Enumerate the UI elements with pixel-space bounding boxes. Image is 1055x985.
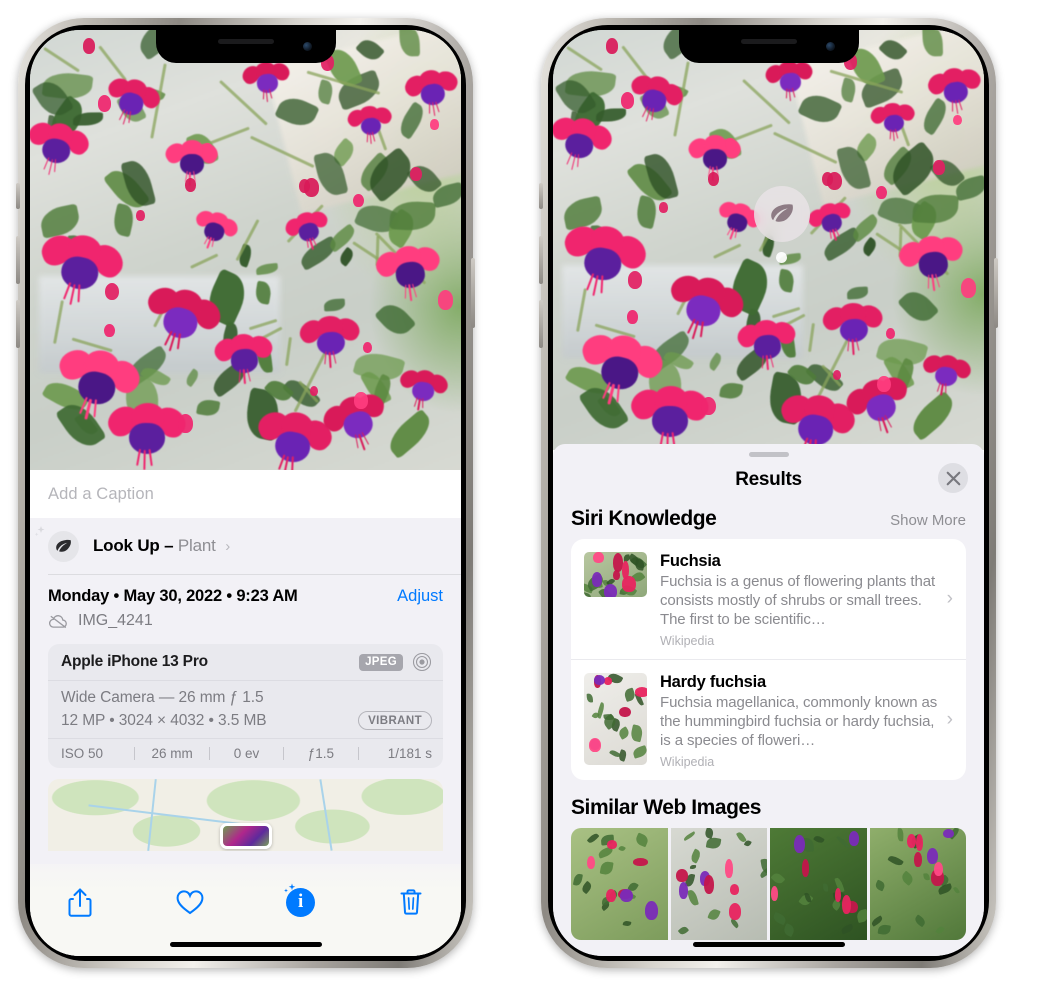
exif-aperture: ƒ1.5 (307, 746, 335, 761)
silent-switch[interactable] (539, 183, 543, 209)
similar-web-images-strip[interactable] (553, 828, 984, 941)
camera-lens-icon (412, 652, 432, 672)
look-up-title: Look Up (93, 536, 160, 555)
similar-web-images-header: Similar Web Images (553, 780, 984, 828)
home-indicator[interactable] (692, 942, 845, 947)
web-image-thumbnail[interactable] (670, 828, 767, 941)
location-map[interactable] (48, 779, 443, 851)
info-button[interactable]: i (279, 882, 323, 922)
photo-filename: IMG_4241 (78, 612, 153, 629)
camera-file-spec: 12 MP • 3024 × 4032 • 3.5 MB (61, 711, 267, 729)
camera-header: Apple iPhone 13 Pro JPEG (48, 644, 443, 681)
result-source: Wikipedia (660, 634, 715, 649)
list-item[interactable]: Hardy fuchsia Fuchsia magellanica, commo… (571, 659, 966, 780)
result-title: Hardy fuchsia (660, 673, 766, 692)
leaf-icon (48, 530, 79, 562)
photo-viewer[interactable] (553, 30, 984, 450)
chevron-right-icon: › (225, 538, 230, 555)
look-up-subject: Plant (177, 536, 216, 555)
leaf-icon (771, 204, 793, 222)
show-more-button[interactable]: Show More (890, 512, 966, 529)
photo-toolbar: i (30, 864, 461, 956)
result-title: Fuchsia (660, 552, 721, 570)
results-title: Results (735, 469, 802, 490)
volume-up-button[interactable] (16, 236, 20, 284)
result-description: Fuchsia magellanica, commonly known as t… (660, 694, 938, 750)
similar-web-images-title: Similar Web Images (571, 796, 761, 820)
look-up-dash: – (164, 536, 174, 555)
web-image-thumbnail[interactable] (869, 828, 966, 941)
list-item[interactable]: Fuchsia Fuchsia is a genus of flowering … (571, 539, 966, 659)
caption-input[interactable]: Add a Caption (30, 470, 461, 518)
screen-left: Add a Caption Look Up – Plant › Monday •… (30, 30, 461, 956)
exif-row: ISO 50 26 mm 0 ev ƒ1.5 1/181 s (48, 739, 443, 768)
map-photo-pin (219, 823, 272, 849)
share-icon (68, 888, 92, 917)
photographic-style-badge: VIBRANT (358, 711, 432, 730)
result-thumbnail (584, 673, 647, 766)
siri-knowledge-title: Siri Knowledge (571, 507, 717, 530)
visual-lookup-anchor-dot (776, 252, 787, 263)
look-up-row[interactable]: Look Up – Plant › (30, 518, 461, 574)
exif-iso: ISO 50 (61, 746, 104, 761)
exif-ev: 0 ev (233, 746, 260, 761)
format-badge: JPEG (359, 653, 403, 671)
web-image-thumbnail[interactable] (571, 828, 668, 941)
siri-knowledge-header: Siri Knowledge Show More (553, 503, 984, 539)
front-camera-icon (825, 42, 835, 51)
chevron-right-icon: › (946, 588, 953, 610)
favorite-button[interactable] (168, 882, 212, 922)
power-button[interactable] (471, 258, 475, 328)
iphone-left: Add a Caption Look Up – Plant › Monday •… (16, 18, 475, 968)
adjust-button[interactable]: Adjust (397, 587, 443, 606)
result-source: Wikipedia (660, 755, 715, 770)
heart-icon (176, 889, 204, 914)
results-sheet: Results Siri Knowledge Show More Fuchsia… (553, 444, 984, 956)
volume-up-button[interactable] (539, 236, 543, 284)
photo-metadata: Monday • May 30, 2022 • 9:23 AM Adjust I… (30, 575, 461, 638)
iphone-right: Results Siri Knowledge Show More Fuchsia… (539, 18, 998, 968)
visual-lookup-leaf-badge[interactable] (754, 186, 810, 242)
look-up-label: Look Up – Plant › (93, 536, 230, 556)
sparkles-icon (283, 883, 295, 893)
camera-body: Wide Camera — 26 mm ƒ 1.5 12 MP • 3024 ×… (48, 681, 443, 739)
photo-date: Monday • May 30, 2022 • 9:23 AM (48, 587, 298, 605)
close-button[interactable] (938, 463, 968, 493)
trash-icon (400, 889, 422, 915)
screenshot-root: Add a Caption Look Up – Plant › Monday •… (0, 0, 1055, 985)
result-thumbnail (584, 552, 647, 597)
silent-switch[interactable] (16, 183, 20, 209)
delete-button[interactable] (389, 882, 433, 922)
volume-down-button[interactable] (539, 300, 543, 348)
camera-info-card[interactable]: Apple iPhone 13 Pro JPEG Wide Camera — 2… (48, 644, 443, 768)
chevron-right-icon: › (946, 709, 953, 731)
notch (155, 30, 336, 63)
front-camera-icon (302, 42, 312, 51)
screen-right: Results Siri Knowledge Show More Fuchsia… (553, 30, 984, 956)
camera-model: Apple iPhone 13 Pro (61, 653, 208, 670)
power-button[interactable] (994, 258, 998, 328)
exif-shutter: 1/181 s (387, 746, 433, 761)
leaf-glyph (56, 539, 71, 552)
home-indicator[interactable] (169, 942, 322, 947)
earpiece-speaker (217, 39, 274, 44)
earpiece-speaker (740, 39, 797, 44)
notch (678, 30, 859, 63)
photo-viewer[interactable] (30, 30, 461, 470)
share-button[interactable] (58, 882, 102, 922)
web-image-thumbnail[interactable] (770, 828, 867, 941)
caption-placeholder: Add a Caption (48, 484, 154, 503)
camera-lens-spec: Wide Camera — 26 mm ƒ 1.5 (61, 689, 264, 706)
siri-knowledge-card: Fuchsia Fuchsia is a genus of flowering … (571, 539, 966, 781)
icloud-slash-icon (48, 614, 67, 628)
results-header: Results (553, 457, 984, 503)
exif-focal: 26 mm (151, 746, 193, 761)
result-description: Fuchsia is a genus of flowering plants t… (660, 573, 936, 629)
volume-down-button[interactable] (16, 300, 20, 348)
close-icon (946, 471, 960, 485)
photo-info-sheet: Add a Caption Look Up – Plant › Monday •… (30, 470, 461, 956)
